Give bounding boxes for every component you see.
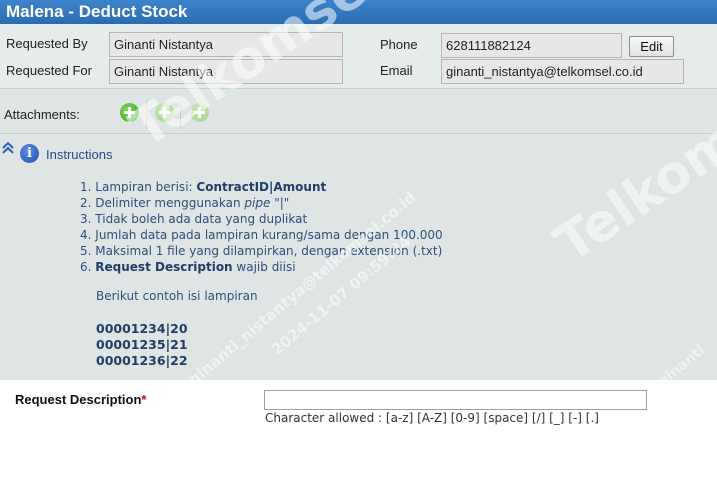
add-attachment-icon[interactable] xyxy=(120,103,139,122)
add-attachment-disabled-icon xyxy=(155,103,174,122)
instruction-item: 5. Maksimal 1 file yang dilampirkan, den… xyxy=(80,244,443,258)
instructions-list: 1. Lampiran berisi: ContractID|Amount 2.… xyxy=(80,179,443,275)
request-description-label: Request Description* xyxy=(15,392,147,407)
email-label: Email xyxy=(380,63,413,78)
phone-field: 628111882124 xyxy=(441,33,622,58)
requested-for-label: Requested For xyxy=(6,63,92,78)
phone-label: Phone xyxy=(380,37,418,52)
instruction-item: 2. Delimiter menggunakan pipe "|" xyxy=(80,196,290,210)
divider xyxy=(180,101,181,129)
window-title: Malena - Deduct Stock xyxy=(0,0,717,24)
instruction-item: 4. Jumlah data pada lampiran kurang/sama… xyxy=(80,228,443,242)
sample-line: 00001236|22 xyxy=(96,353,188,368)
instructions-link[interactable]: Instructions xyxy=(46,147,112,162)
requested-by-label: Requested By xyxy=(6,36,88,51)
request-description-hint: Character allowed : [a-z] [A-Z] [0-9] [s… xyxy=(265,411,599,425)
request-description-input[interactable] xyxy=(264,390,647,410)
instruction-item: 1. Lampiran berisi: ContractID|Amount xyxy=(80,180,327,194)
attachments-row: Attachments: xyxy=(0,88,717,134)
divider xyxy=(146,101,147,129)
sample-line: 00001235|21 xyxy=(96,337,188,352)
instruction-item: 3. Tidak boleh ada data yang duplikat xyxy=(80,212,308,226)
instruction-item: 6. Request Description wajib diisi xyxy=(80,260,296,274)
edit-button[interactable]: Edit xyxy=(629,36,674,57)
sample-intro: Berikut contoh isi lampiran xyxy=(96,289,258,303)
info-icon: i xyxy=(20,144,39,163)
requested-for-field: Ginanti Nistantya xyxy=(109,59,343,84)
add-attachment-disabled-icon xyxy=(190,103,209,122)
email-field: ginanti_nistantya@telkomsel.co.id xyxy=(441,59,684,84)
attachments-label: Attachments: xyxy=(4,107,80,122)
instructions-panel: i Instructions 1. Lampiran berisi: Contr… xyxy=(0,134,717,380)
sample-line: 00001234|20 xyxy=(96,321,188,336)
requested-by-field: Ginanti Nistantya xyxy=(109,32,343,57)
chevron-up-double-icon[interactable] xyxy=(2,142,14,154)
requester-section: Requested By Ginanti Nistantya Requested… xyxy=(0,24,717,88)
